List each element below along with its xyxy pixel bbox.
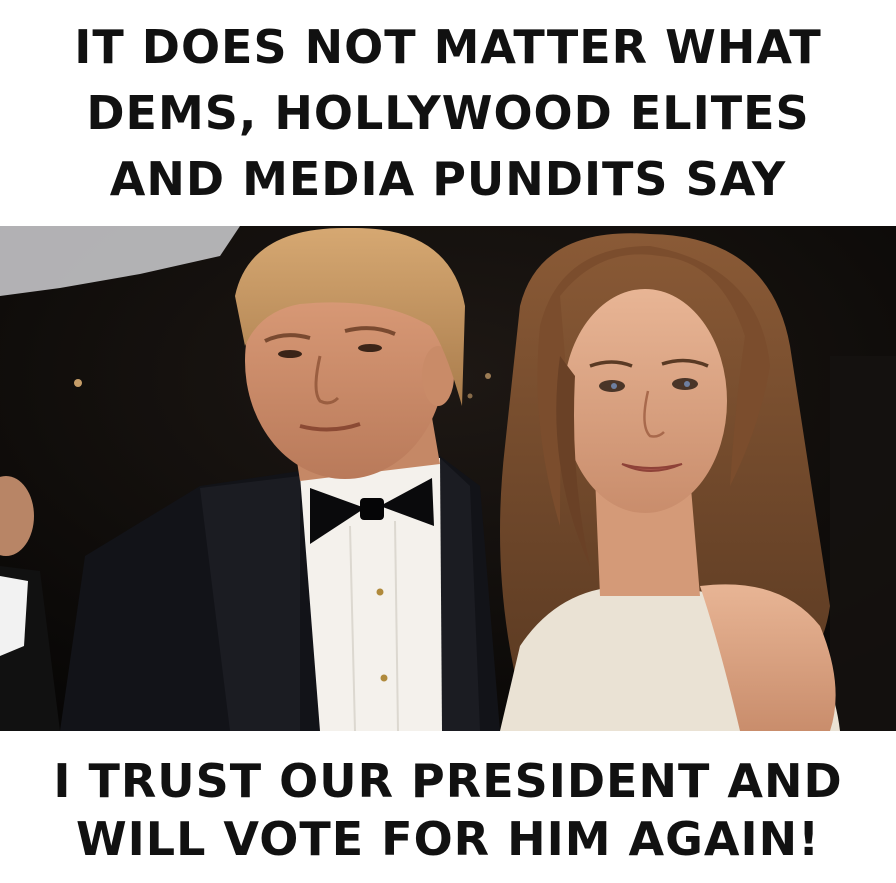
bow-tie-knot [360, 498, 384, 520]
couple-photo-illustration [0, 226, 896, 731]
shirt-stud [376, 588, 384, 596]
bottom-caption-line-1: I TRUST OUR PRESIDENT AND [53, 754, 843, 808]
background-light [485, 373, 491, 379]
bottom-caption-line-2: WILL VOTE FOR HIM AGAIN! [75, 812, 821, 866]
background-person-shirt [0, 576, 28, 656]
shirt-stud [380, 674, 388, 682]
background-light [74, 379, 82, 387]
top-caption: IT DOES NOT MATTER WHAT DEMS, HOLLYWOOD … [0, 14, 896, 212]
top-caption-line-1: IT DOES NOT MATTER WHAT [74, 20, 822, 74]
bottom-caption: I TRUST OUR PRESIDENT AND WILL VOTE FOR … [0, 752, 896, 868]
top-caption-line-3: AND MEDIA PUNDITS SAY [109, 152, 787, 206]
meme-image: IT DOES NOT MATTER WHAT DEMS, HOLLYWOOD … [0, 0, 896, 883]
top-caption-line-2: DEMS, HOLLYWOOD ELITES [86, 86, 810, 140]
doorway-shape [830, 356, 896, 731]
background-light [467, 393, 473, 399]
couple-photo [0, 226, 896, 731]
